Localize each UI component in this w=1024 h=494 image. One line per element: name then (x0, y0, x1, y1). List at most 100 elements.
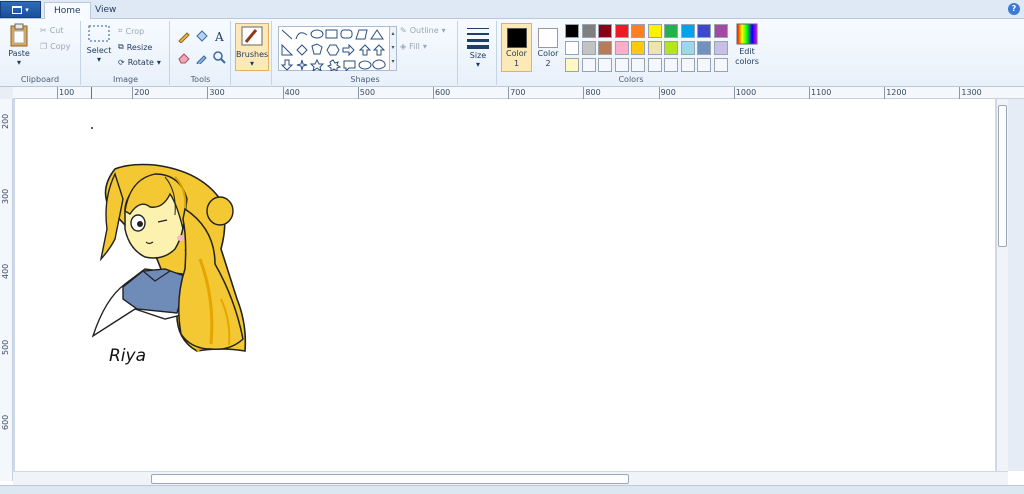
brushes-button[interactable]: Brushes ▾ (235, 23, 269, 71)
ruler-label: 900 (660, 88, 676, 97)
color-swatch[interactable] (713, 58, 728, 72)
ruler-tick (433, 87, 434, 99)
color-swatch[interactable] (647, 41, 662, 55)
color-swatch[interactable] (581, 41, 596, 55)
color-swatch[interactable] (614, 24, 629, 38)
file-menu-icon (12, 5, 23, 14)
right-margin (1008, 99, 1024, 471)
color-swatch[interactable] (598, 24, 612, 38)
magnifier-icon[interactable] (211, 50, 227, 65)
resize-label: Resize (126, 42, 153, 52)
fill-bucket-icon[interactable] (193, 29, 209, 44)
paste-button[interactable]: Paste ▾ (4, 23, 34, 67)
fill-icon: ◈ (400, 42, 407, 51)
copy-button[interactable]: ❐ Copy (40, 42, 70, 51)
color-swatch[interactable] (647, 58, 662, 72)
vertical-scroll-thumb[interactable] (998, 105, 1007, 247)
chevron-down-icon: ▾ (249, 59, 254, 68)
signature-text: Riya (109, 346, 146, 366)
horizontal-ruler: 100 200 300 400 500 600 700 800 900 1000 1100 1200 1… (13, 87, 1024, 99)
color-swatch[interactable] (631, 58, 645, 72)
rotate-button[interactable]: ⟳ Rotate ▾ (118, 58, 161, 67)
outline-button[interactable]: ✎ Outline ▾ (400, 26, 446, 35)
color-swatch[interactable] (565, 24, 579, 38)
copy-icon: ❐ (40, 42, 48, 51)
crop-icon: ⌗ (118, 26, 123, 35)
drawing-canvas[interactable]: Riya (15, 99, 995, 471)
size-label: Size (469, 51, 487, 60)
color-swatch[interactable] (697, 58, 711, 72)
ruler-tick (583, 87, 585, 99)
chevron-down-icon: ▾ (96, 55, 101, 64)
color-swatch[interactable] (664, 58, 678, 72)
text-tool-icon[interactable]: A (211, 29, 227, 44)
fill-label: Fill (409, 42, 420, 51)
color-swatch[interactable] (647, 24, 662, 38)
crop-button[interactable]: ⌗ Crop (118, 26, 144, 36)
shapes-gallery-icons[interactable] (279, 27, 389, 71)
color-swatch[interactable] (614, 58, 629, 72)
chevron-down-icon: ▾ (16, 58, 21, 67)
color-swatch[interactable] (680, 41, 695, 55)
rotate-label: Rotate (127, 58, 154, 67)
ribbon: Paste ▾ ✂ Cut ❐ Copy Clipboard Select ▾ ⌗ C… (0, 19, 1024, 87)
color-swatch[interactable] (680, 58, 695, 72)
color-swatch[interactable] (680, 24, 695, 38)
resize-button[interactable]: ⧉ Resize (118, 42, 152, 52)
color-swatch[interactable] (565, 58, 579, 72)
size-button[interactable]: Size ▾ (463, 25, 493, 69)
horizontal-scroll-thumb[interactable] (151, 474, 629, 484)
cut-button[interactable]: ✂ Cut (40, 26, 64, 35)
ruler-tick (207, 87, 209, 99)
color-picker-icon[interactable] (193, 50, 209, 65)
color-swatch[interactable] (598, 58, 612, 72)
ruler-corner (0, 87, 13, 99)
color-swatch[interactable] (581, 24, 596, 38)
color1-label: Color 1 (506, 49, 527, 68)
tab-view[interactable]: View (86, 2, 125, 20)
color-swatch[interactable] (697, 41, 711, 55)
help-icon[interactable]: ? (1008, 3, 1020, 15)
fill-button[interactable]: ◈ Fill ▾ (400, 42, 427, 51)
color1-button[interactable]: Color 1 (501, 23, 532, 72)
color-swatch[interactable] (614, 41, 629, 55)
color2-swatch (538, 28, 558, 48)
color-swatch[interactable] (713, 41, 728, 55)
vertical-scrollbar[interactable] (996, 99, 1008, 471)
color-swatch[interactable] (664, 41, 678, 55)
ruler-tick (884, 87, 886, 99)
color-swatch[interactable] (598, 41, 612, 55)
ruler-label: 1100 (811, 88, 832, 97)
eraser-icon[interactable] (175, 50, 191, 65)
color-swatch[interactable] (565, 41, 579, 55)
image-group: Select ▾ ⌗ Crop ⧉ Resize ⟳ Rotate ▾ Image (82, 21, 170, 85)
edit-colors-button[interactable]: Edit colors (733, 23, 761, 67)
anime-girl-drawing: Riya (91, 127, 247, 366)
color-swatch[interactable] (631, 24, 645, 38)
ruler-label: 300 (209, 88, 225, 97)
cut-label: Cut (49, 26, 64, 35)
size-group: Size ▾ (459, 21, 497, 85)
color-swatch[interactable] (581, 58, 596, 72)
pencil-icon[interactable] (175, 29, 191, 44)
clipboard-group: Paste ▾ ✂ Cut ❐ Copy Clipboard (0, 21, 81, 85)
ruler-tick (658, 87, 660, 99)
rotate-icon: ⟳ (118, 58, 125, 67)
ruler-tick (809, 87, 810, 99)
resize-icon: ⧉ (118, 42, 124, 51)
horizontal-scrollbar[interactable] (13, 471, 1008, 485)
ruler-label: 600 (1, 414, 10, 430)
file-menu-button[interactable]: ▾ (0, 1, 41, 18)
select-button[interactable]: Select ▾ (85, 24, 113, 64)
shapes-scroll[interactable]: ▴ ▾ ▾ (389, 26, 397, 71)
color-swatch[interactable] (664, 24, 678, 38)
ruler-label: 600 (435, 88, 451, 97)
ruler-label: 400 (1, 264, 10, 280)
tab-home[interactable]: Home (44, 2, 91, 20)
ruler-label: 800 (585, 88, 601, 97)
ribbon-tab-bar: ▾ Home View ? (0, 0, 1024, 20)
color-swatch[interactable] (713, 24, 728, 38)
color-swatch[interactable] (631, 41, 645, 55)
color2-button[interactable]: Color 2 (534, 23, 562, 69)
color-swatch[interactable] (697, 24, 711, 38)
